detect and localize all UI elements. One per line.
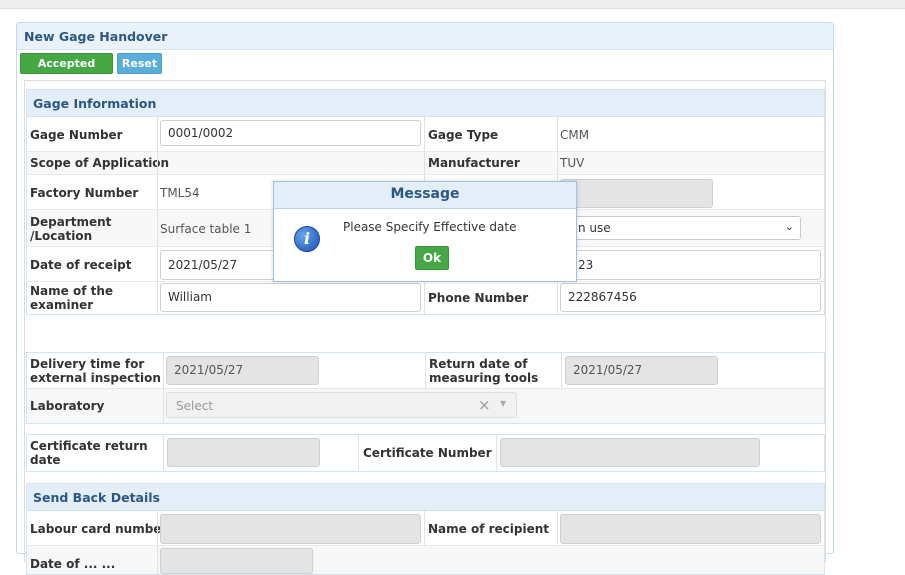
send-back-title: Send Back Details xyxy=(33,490,160,505)
reset-button[interactable]: Reset xyxy=(117,53,162,74)
certificate-number-input xyxy=(500,438,760,467)
gage-number-label: Gage Number xyxy=(30,128,123,142)
scope-label: Scope of Application xyxy=(30,156,170,170)
clear-icon[interactable]: × xyxy=(478,396,491,414)
laboratory-placeholder: Select xyxy=(176,399,214,413)
form-row: Delivery time for external inspection 20… xyxy=(27,353,824,389)
examiner-label: Name of the examiner xyxy=(30,284,114,312)
delivery-time-label: Delivery time for external inspection xyxy=(30,357,161,385)
laboratory-label: Laboratory xyxy=(30,399,105,413)
recipient-label: Name of recipient xyxy=(428,522,550,536)
return-date-label: Return date of measuring tools xyxy=(429,357,539,385)
phone-number-input[interactable]: 222867456 xyxy=(560,283,821,312)
certificate-panel: Certificate return date Certificate Numb… xyxy=(26,434,825,472)
labour-card-input xyxy=(160,514,421,544)
gage-handover-window: New Gage Handover Accepted Gage Reset Ga… xyxy=(16,22,834,575)
partial-input xyxy=(160,548,313,574)
return-date-input: 2021/05/27 xyxy=(565,356,718,385)
page-title: New Gage Handover xyxy=(24,29,168,44)
delivery-time-input: 2021/05/27 xyxy=(166,356,319,385)
info-icon: i xyxy=(294,226,320,252)
recipient-input xyxy=(560,514,821,544)
send-back-header: Send Back Details xyxy=(27,484,824,511)
form-container: Gage Information Gage Number 0001/0002 G… xyxy=(24,80,826,575)
dropdown-arrow-icon[interactable]: ▼ xyxy=(500,399,506,408)
dialog-message: Please Specify Effective date xyxy=(343,220,517,234)
certificate-number-label: Certificate Number xyxy=(363,446,492,460)
status-select[interactable]: n use ⌄ xyxy=(560,216,801,240)
gage-number-input[interactable]: 0001/0002 xyxy=(160,120,421,146)
factory-number-label: Factory Number xyxy=(30,186,139,200)
date-of-receipt-label: Date of receipt xyxy=(30,258,132,272)
chevron-down-icon: ⌄ xyxy=(784,220,794,233)
form-row: Gage Number 0001/0002 Gage Type CMM xyxy=(27,117,824,152)
gage-type-value: CMM xyxy=(560,128,590,142)
dialog-title: Message xyxy=(274,182,576,209)
partial-label: Date of ... ... xyxy=(30,557,116,571)
send-back-panel: Send Back Details Labour card number Nam… xyxy=(26,483,825,575)
manufacturer-value: TUV xyxy=(560,156,585,170)
gage-type-label: Gage Type xyxy=(428,128,499,142)
certificate-return-label: Certificate return date xyxy=(30,439,148,467)
gage-information-header: Gage Information xyxy=(27,90,824,117)
factory-number-value: TML54 xyxy=(160,186,200,200)
gage-information-title: Gage Information xyxy=(33,96,157,111)
window-header: New Gage Handover xyxy=(17,23,833,50)
manufacturer-label: Manufacturer xyxy=(428,156,520,170)
top-bar xyxy=(0,0,905,9)
status-select-value: n use xyxy=(578,221,611,235)
form-row: Labour card number Name of recipient xyxy=(27,511,824,546)
ok-button[interactable]: Ok xyxy=(415,246,449,270)
labour-card-label: Labour card number xyxy=(30,522,168,536)
message-dialog: Message i Please Specify Effective date … xyxy=(273,181,577,282)
delivery-panel: Delivery time for external inspection 20… xyxy=(26,352,825,424)
form-row: Name of the examiner William Phone Numbe… xyxy=(27,282,824,314)
accepted-gage-button[interactable]: Accepted Gage xyxy=(20,53,113,89)
laboratory-select[interactable]: Select × ▼ xyxy=(166,392,517,418)
department-value: Surface table 1 xyxy=(160,222,252,236)
form-row: Date of ... ... xyxy=(27,546,824,574)
form-row: Laboratory Select × ▼ xyxy=(27,389,824,423)
certificate-return-input xyxy=(167,438,320,467)
department-label: Department /Location xyxy=(30,215,112,243)
phone-number-label: Phone Number xyxy=(428,291,529,305)
form-row: Scope of Application Manufacturer TUV xyxy=(27,152,824,175)
examiner-input[interactable]: William xyxy=(160,283,421,312)
disabled-field xyxy=(560,179,713,208)
right-date-input[interactable]: 23 xyxy=(560,250,821,280)
